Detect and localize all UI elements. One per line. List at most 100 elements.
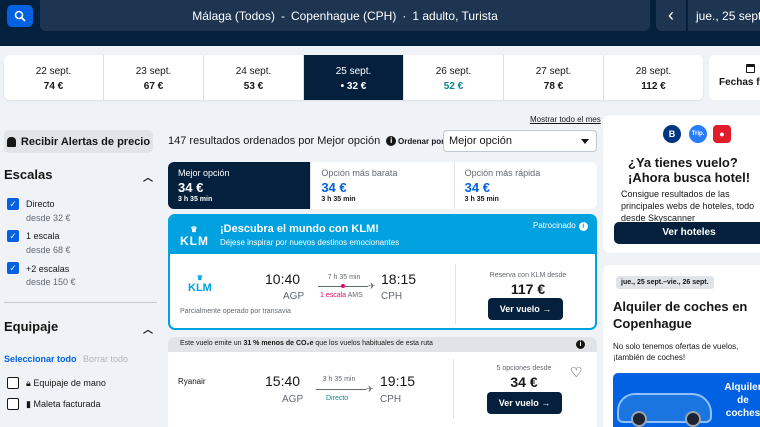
klm-banner: ♛ KLM ¡Descubra el mundo con KLM! Déjese…	[170, 216, 595, 254]
departure-time: 10:40	[265, 271, 301, 287]
info-icon[interactable]: i	[576, 340, 585, 349]
stops-direct-price: desde 32 €	[26, 213, 71, 223]
stops-direct-checkbox[interactable]: ✓	[7, 198, 19, 210]
search-summary[interactable]: Málaga (Todos) - Copenhague (CPH) · 1 ad…	[40, 0, 650, 31]
book-with-label: Reserva con KLM desde	[489, 272, 567, 279]
date-option[interactable]: 27 sept. 78 €	[504, 55, 604, 100]
tab-cheapest[interactable]: Opción más barata 34 € 3 h 35 min	[311, 162, 455, 209]
date-option[interactable]: 23 sept. 67 €	[104, 55, 204, 100]
klm-banner-title: ¡Descubra el mundo con KLM!	[220, 223, 379, 235]
tab-title: Opción más rápida	[464, 168, 541, 178]
sort-tabs: Mejor opción 34 € 3 h 35 min Opción más …	[168, 162, 597, 209]
chevron-up-icon[interactable]: ︿	[143, 169, 153, 184]
clear-all-link[interactable]: Borrar todo	[83, 354, 128, 364]
car-rental-card[interactable]: jue., 25 sept.–vie., 26 sept. Alquiler d…	[603, 265, 760, 427]
dash-text: -	[280, 8, 285, 23]
tab-fastest[interactable]: Opción más rápida 34 € 3 h 35 min	[455, 162, 597, 209]
stop-dot	[341, 284, 345, 288]
bell-icon	[6, 136, 16, 147]
klm-logo-text: KLM	[180, 234, 209, 248]
ryanair-price: 34 €	[510, 374, 538, 390]
co2-text-post: que los vuelos habituales de esta ruta	[313, 340, 433, 347]
arrival-time: 18:15	[381, 271, 417, 287]
tab-duration: 3 h 35 min	[178, 196, 213, 203]
tab-price: 34 €	[178, 180, 204, 195]
car-subtitle: No solo tenemos ofertas de vuelos, ¡tamb…	[613, 342, 739, 362]
car-date-badge: jue., 25 sept.–vie., 26 sept.	[616, 276, 714, 289]
carry-on-label: 🔒︎ Equipaje de mano	[26, 378, 106, 389]
carry-on-text: Equipaje de mano	[33, 378, 106, 388]
bag-icon: 🔒︎	[26, 378, 31, 388]
date-option[interactable]: 26 sept. 52 €	[404, 55, 504, 100]
chevron-up-icon[interactable]: ︿	[143, 321, 153, 336]
date-option-date: 24 sept.	[235, 66, 272, 77]
view-flight-button[interactable]: Ver vuelo →	[487, 392, 562, 414]
stops-heading: Escalas	[4, 167, 53, 182]
date-option[interactable]: 25 sept. • 32 €	[304, 55, 404, 100]
crown-icon: ♛	[190, 225, 199, 234]
stops-one-price: desde 68 €	[26, 245, 71, 255]
selected-date: jue., 25 sept.	[696, 8, 760, 23]
klm-sponsored-card[interactable]: ♛ KLM ¡Descubra el mundo con KLM! Déjese…	[168, 214, 597, 330]
date-option-price: 52 €	[443, 81, 464, 92]
date-option-price: 112 €	[641, 81, 666, 92]
price-alert-button[interactable]: Recibir Alertas de precio	[4, 130, 153, 153]
previous-day-button[interactable]: ‹	[656, 0, 686, 31]
origin-text: Málaga (Todos)	[192, 8, 275, 23]
flight-duration: 7 h 35 min	[327, 274, 361, 281]
tab-best[interactable]: Mejor opción 34 € 3 h 35 min	[168, 162, 312, 209]
sort-select[interactable]: Mejor opción	[443, 130, 597, 152]
operated-by: Parcialmente operado por transavia	[180, 308, 291, 315]
info-icon[interactable]: i	[386, 136, 397, 147]
stops-count: 1 escala	[320, 292, 347, 299]
checked-bag-checkbox[interactable]	[7, 398, 19, 410]
co2-text-pre: Este vuelo emite un	[180, 340, 244, 347]
stops-two-plus-checkbox[interactable]: ✓	[7, 262, 19, 274]
search-button[interactable]	[7, 5, 33, 27]
date-option[interactable]: 28 sept. 112 €	[604, 55, 703, 100]
airline-name: Ryanair	[178, 377, 206, 386]
klm-price: 117 €	[510, 281, 546, 297]
trip-logo-icon: Trip.	[689, 125, 707, 143]
stops-one-label: 1 escala	[26, 231, 60, 241]
show-month-link[interactable]: Mostrar todo el mes	[530, 115, 601, 124]
stops-one-checkbox[interactable]: ✓	[7, 230, 19, 242]
result-count: 147 resultados ordenados por Mejor opció…	[168, 135, 397, 147]
sponsored-text: Patrocinado	[533, 221, 576, 230]
klm-banner-subtitle: Déjese inspirar por nuevos destinos emoc…	[220, 238, 400, 247]
passengers-text: 1 adulto, Turista	[412, 8, 498, 23]
co2-text-bold: 31 % menos de CO₂e	[243, 340, 314, 347]
search-icon	[14, 10, 26, 22]
price-divider	[453, 359, 454, 419]
date-option[interactable]: 24 sept. 53 €	[204, 55, 304, 100]
booking-logo-icon: B	[663, 125, 681, 143]
dot-separator: ·	[402, 8, 407, 23]
date-option-date: 25 sept.	[335, 66, 372, 77]
heart-icon[interactable]: ♡	[570, 364, 583, 381]
ryanair-flight-card[interactable]: Este vuelo emite un 31 % menos de CO₂e q…	[168, 337, 597, 427]
date-option-price: 74 €	[43, 81, 64, 92]
options-label: 5 opciones desde	[496, 365, 552, 372]
wheel-icon	[631, 411, 647, 427]
hotel-promo-card: B Trip. ● ¿Ya tienes vuelo? ¡Ahora busca…	[603, 115, 760, 253]
car-image: Alquiler de coches	[613, 373, 760, 427]
view-hotels-button[interactable]: Ver hoteles	[614, 222, 760, 244]
date-option[interactable]: 22 sept. 74 €	[4, 55, 104, 100]
car-image-text: Alquiler de coches	[724, 382, 760, 419]
select-all-link[interactable]: Seleccionar todo	[4, 354, 77, 364]
flexible-dates-button[interactable]: Fechas fle	[709, 55, 760, 100]
date-option-date: 26 sept.	[435, 66, 472, 77]
arrival-time: 19:15	[380, 373, 416, 389]
date-option-price: 67 €	[143, 81, 164, 92]
departure-airport: AGP	[283, 291, 305, 302]
tab-price: 34 €	[464, 180, 490, 195]
wheel-icon	[685, 411, 701, 427]
flight-duration: 3 h 35 min	[322, 376, 356, 383]
arrival-airport: CPH	[380, 394, 402, 405]
view-flight-button[interactable]: Ver vuelo →	[488, 298, 563, 320]
info-icon[interactable]: i	[578, 222, 588, 231]
route-line	[316, 389, 366, 390]
carry-on-checkbox[interactable]	[7, 377, 19, 389]
date-option-price: 53 €	[243, 81, 264, 92]
date-selector[interactable]: jue., 25 sept.	[688, 0, 760, 31]
